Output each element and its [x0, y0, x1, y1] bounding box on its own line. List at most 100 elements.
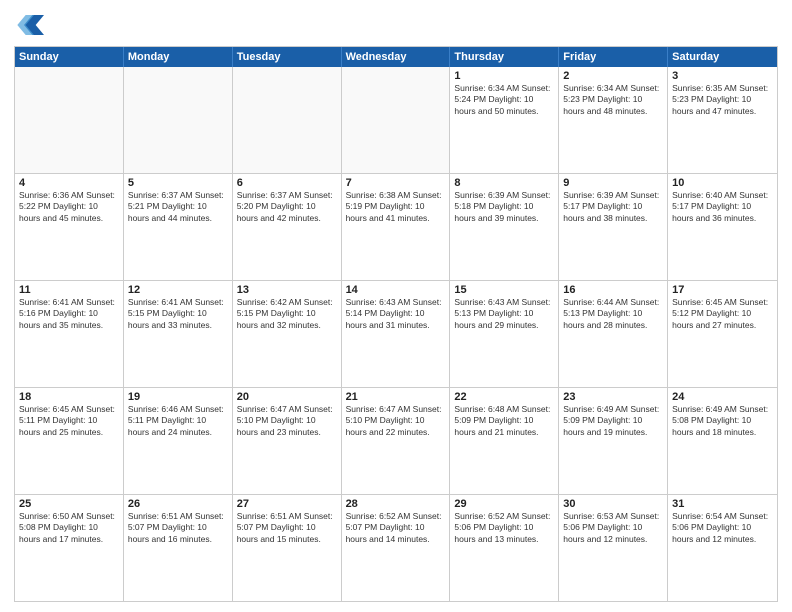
day-cell-28: 28Sunrise: 6:52 AM Sunset: 5:07 PM Dayli…	[342, 495, 451, 601]
day-cell-2: 2Sunrise: 6:34 AM Sunset: 5:23 PM Daylig…	[559, 67, 668, 173]
day-number: 3	[672, 70, 773, 82]
empty-cell	[233, 67, 342, 173]
day-info: Sunrise: 6:52 AM Sunset: 5:07 PM Dayligh…	[346, 511, 446, 545]
page: SundayMondayTuesdayWednesdayThursdayFrid…	[0, 0, 792, 612]
day-info: Sunrise: 6:49 AM Sunset: 5:08 PM Dayligh…	[672, 404, 773, 438]
day-info: Sunrise: 6:40 AM Sunset: 5:17 PM Dayligh…	[672, 190, 773, 224]
day-cell-10: 10Sunrise: 6:40 AM Sunset: 5:17 PM Dayli…	[668, 174, 777, 280]
day-info: Sunrise: 6:49 AM Sunset: 5:09 PM Dayligh…	[563, 404, 663, 438]
day-number: 10	[672, 177, 773, 189]
day-cell-11: 11Sunrise: 6:41 AM Sunset: 5:16 PM Dayli…	[15, 281, 124, 387]
day-info: Sunrise: 6:41 AM Sunset: 5:15 PM Dayligh…	[128, 297, 228, 331]
day-cell-14: 14Sunrise: 6:43 AM Sunset: 5:14 PM Dayli…	[342, 281, 451, 387]
day-info: Sunrise: 6:44 AM Sunset: 5:13 PM Dayligh…	[563, 297, 663, 331]
day-info: Sunrise: 6:53 AM Sunset: 5:06 PM Dayligh…	[563, 511, 663, 545]
day-number: 15	[454, 284, 554, 296]
day-number: 21	[346, 391, 446, 403]
day-number: 27	[237, 498, 337, 510]
header	[14, 10, 778, 40]
day-cell-13: 13Sunrise: 6:42 AM Sunset: 5:15 PM Dayli…	[233, 281, 342, 387]
day-info: Sunrise: 6:47 AM Sunset: 5:10 PM Dayligh…	[237, 404, 337, 438]
day-cell-29: 29Sunrise: 6:52 AM Sunset: 5:06 PM Dayli…	[450, 495, 559, 601]
day-cell-9: 9Sunrise: 6:39 AM Sunset: 5:17 PM Daylig…	[559, 174, 668, 280]
day-cell-7: 7Sunrise: 6:38 AM Sunset: 5:19 PM Daylig…	[342, 174, 451, 280]
day-cell-3: 3Sunrise: 6:35 AM Sunset: 5:23 PM Daylig…	[668, 67, 777, 173]
day-info: Sunrise: 6:48 AM Sunset: 5:09 PM Dayligh…	[454, 404, 554, 438]
day-cell-17: 17Sunrise: 6:45 AM Sunset: 5:12 PM Dayli…	[668, 281, 777, 387]
day-cell-1: 1Sunrise: 6:34 AM Sunset: 5:24 PM Daylig…	[450, 67, 559, 173]
empty-cell	[124, 67, 233, 173]
day-number: 13	[237, 284, 337, 296]
day-cell-12: 12Sunrise: 6:41 AM Sunset: 5:15 PM Dayli…	[124, 281, 233, 387]
day-number: 25	[19, 498, 119, 510]
logo	[14, 10, 48, 40]
day-cell-24: 24Sunrise: 6:49 AM Sunset: 5:08 PM Dayli…	[668, 388, 777, 494]
day-info: Sunrise: 6:47 AM Sunset: 5:10 PM Dayligh…	[346, 404, 446, 438]
day-number: 26	[128, 498, 228, 510]
day-cell-25: 25Sunrise: 6:50 AM Sunset: 5:08 PM Dayli…	[15, 495, 124, 601]
day-info: Sunrise: 6:35 AM Sunset: 5:23 PM Dayligh…	[672, 83, 773, 117]
day-number: 11	[19, 284, 119, 296]
weekday-header-wednesday: Wednesday	[342, 47, 451, 67]
day-info: Sunrise: 6:38 AM Sunset: 5:19 PM Dayligh…	[346, 190, 446, 224]
day-cell-31: 31Sunrise: 6:54 AM Sunset: 5:06 PM Dayli…	[668, 495, 777, 601]
day-info: Sunrise: 6:36 AM Sunset: 5:22 PM Dayligh…	[19, 190, 119, 224]
empty-cell	[342, 67, 451, 173]
calendar-row-3: 11Sunrise: 6:41 AM Sunset: 5:16 PM Dayli…	[15, 281, 777, 388]
day-cell-20: 20Sunrise: 6:47 AM Sunset: 5:10 PM Dayli…	[233, 388, 342, 494]
day-info: Sunrise: 6:45 AM Sunset: 5:11 PM Dayligh…	[19, 404, 119, 438]
day-info: Sunrise: 6:43 AM Sunset: 5:14 PM Dayligh…	[346, 297, 446, 331]
logo-icon	[14, 10, 44, 40]
day-cell-27: 27Sunrise: 6:51 AM Sunset: 5:07 PM Dayli…	[233, 495, 342, 601]
day-cell-18: 18Sunrise: 6:45 AM Sunset: 5:11 PM Dayli…	[15, 388, 124, 494]
weekday-header-tuesday: Tuesday	[233, 47, 342, 67]
day-number: 20	[237, 391, 337, 403]
day-number: 6	[237, 177, 337, 189]
day-info: Sunrise: 6:39 AM Sunset: 5:17 PM Dayligh…	[563, 190, 663, 224]
weekday-header-saturday: Saturday	[668, 47, 777, 67]
day-number: 17	[672, 284, 773, 296]
day-number: 24	[672, 391, 773, 403]
day-number: 5	[128, 177, 228, 189]
day-info: Sunrise: 6:37 AM Sunset: 5:20 PM Dayligh…	[237, 190, 337, 224]
day-cell-30: 30Sunrise: 6:53 AM Sunset: 5:06 PM Dayli…	[559, 495, 668, 601]
calendar-row-1: 1Sunrise: 6:34 AM Sunset: 5:24 PM Daylig…	[15, 67, 777, 174]
day-number: 12	[128, 284, 228, 296]
day-info: Sunrise: 6:43 AM Sunset: 5:13 PM Dayligh…	[454, 297, 554, 331]
day-cell-23: 23Sunrise: 6:49 AM Sunset: 5:09 PM Dayli…	[559, 388, 668, 494]
weekday-header-thursday: Thursday	[450, 47, 559, 67]
calendar-body: 1Sunrise: 6:34 AM Sunset: 5:24 PM Daylig…	[15, 67, 777, 601]
day-info: Sunrise: 6:54 AM Sunset: 5:06 PM Dayligh…	[672, 511, 773, 545]
calendar-row-4: 18Sunrise: 6:45 AM Sunset: 5:11 PM Dayli…	[15, 388, 777, 495]
day-cell-22: 22Sunrise: 6:48 AM Sunset: 5:09 PM Dayli…	[450, 388, 559, 494]
day-info: Sunrise: 6:34 AM Sunset: 5:23 PM Dayligh…	[563, 83, 663, 117]
day-number: 8	[454, 177, 554, 189]
day-info: Sunrise: 6:52 AM Sunset: 5:06 PM Dayligh…	[454, 511, 554, 545]
calendar-header: SundayMondayTuesdayWednesdayThursdayFrid…	[15, 47, 777, 67]
day-number: 18	[19, 391, 119, 403]
day-number: 28	[346, 498, 446, 510]
day-cell-21: 21Sunrise: 6:47 AM Sunset: 5:10 PM Dayli…	[342, 388, 451, 494]
weekday-header-sunday: Sunday	[15, 47, 124, 67]
day-number: 9	[563, 177, 663, 189]
day-number: 16	[563, 284, 663, 296]
day-number: 29	[454, 498, 554, 510]
empty-cell	[15, 67, 124, 173]
day-cell-4: 4Sunrise: 6:36 AM Sunset: 5:22 PM Daylig…	[15, 174, 124, 280]
day-cell-26: 26Sunrise: 6:51 AM Sunset: 5:07 PM Dayli…	[124, 495, 233, 601]
day-number: 19	[128, 391, 228, 403]
day-info: Sunrise: 6:37 AM Sunset: 5:21 PM Dayligh…	[128, 190, 228, 224]
day-number: 22	[454, 391, 554, 403]
day-number: 30	[563, 498, 663, 510]
day-cell-19: 19Sunrise: 6:46 AM Sunset: 5:11 PM Dayli…	[124, 388, 233, 494]
calendar-row-2: 4Sunrise: 6:36 AM Sunset: 5:22 PM Daylig…	[15, 174, 777, 281]
day-number: 31	[672, 498, 773, 510]
weekday-header-monday: Monday	[124, 47, 233, 67]
day-info: Sunrise: 6:50 AM Sunset: 5:08 PM Dayligh…	[19, 511, 119, 545]
day-info: Sunrise: 6:51 AM Sunset: 5:07 PM Dayligh…	[237, 511, 337, 545]
day-cell-15: 15Sunrise: 6:43 AM Sunset: 5:13 PM Dayli…	[450, 281, 559, 387]
day-number: 7	[346, 177, 446, 189]
day-cell-8: 8Sunrise: 6:39 AM Sunset: 5:18 PM Daylig…	[450, 174, 559, 280]
day-number: 4	[19, 177, 119, 189]
day-info: Sunrise: 6:42 AM Sunset: 5:15 PM Dayligh…	[237, 297, 337, 331]
